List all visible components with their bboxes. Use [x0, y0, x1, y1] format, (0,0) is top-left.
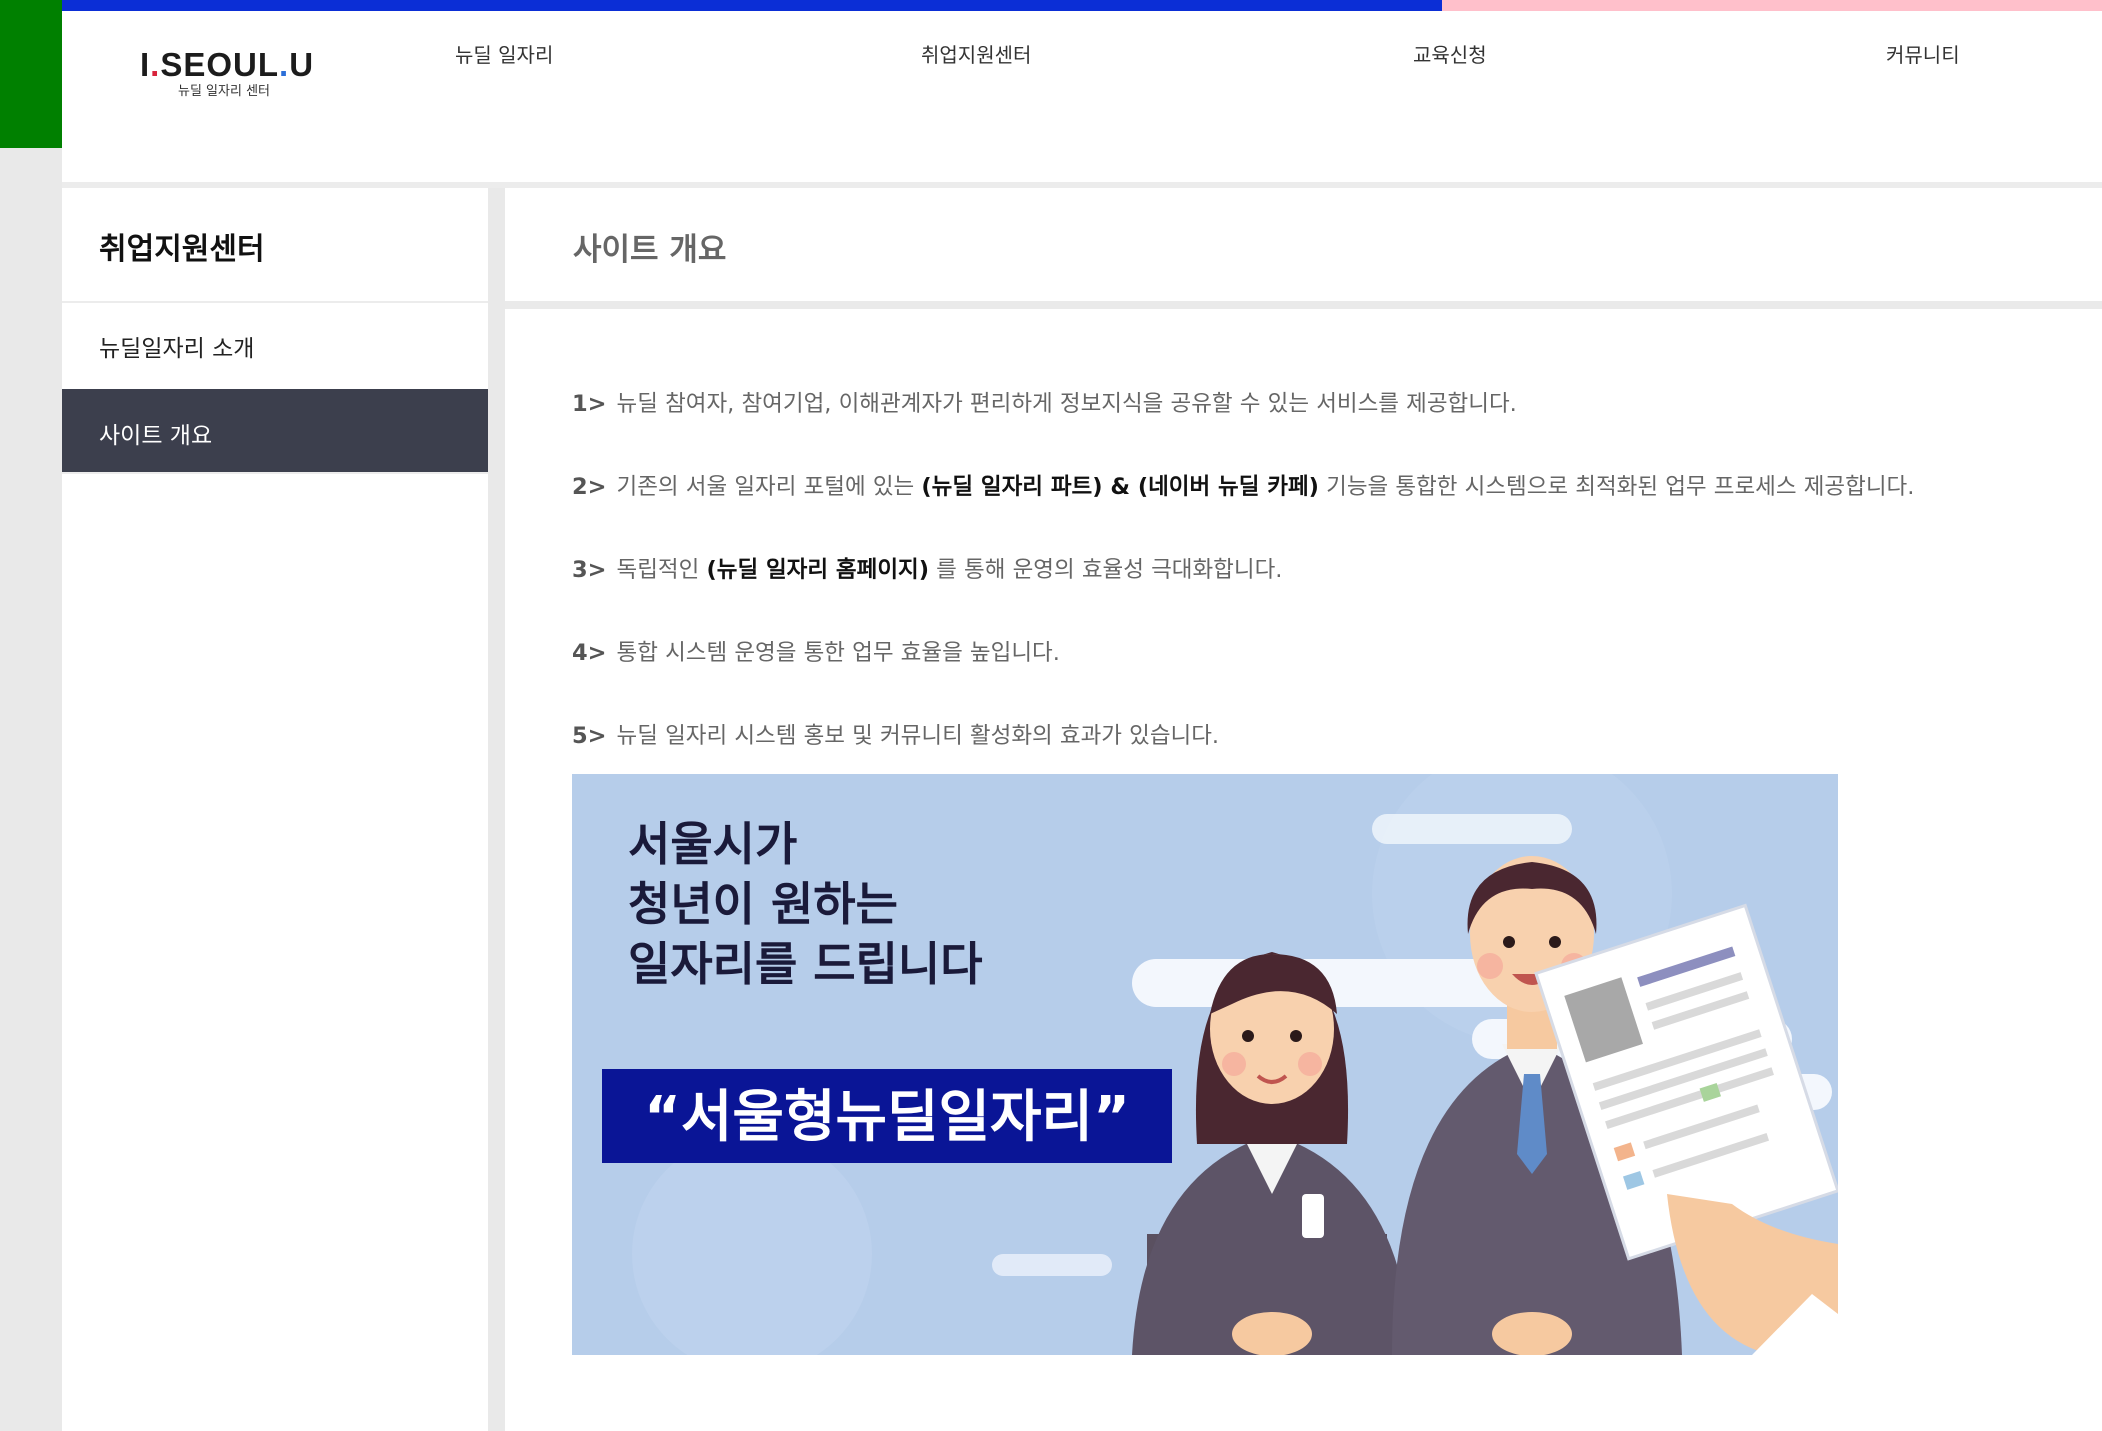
- logo-wordmark: I.SEOUL.U: [140, 46, 315, 83]
- top-pink-bar: [1442, 0, 2102, 11]
- page-title: 사이트 개요: [573, 232, 727, 268]
- point-highlight: (네이버 뉴딜 카페): [1137, 474, 1319, 500]
- point-highlight: (뉴딜 일자리 파트): [921, 474, 1103, 500]
- point-ampersand: &: [1102, 474, 1138, 500]
- sidebar-item-label: 뉴딜일자리 소개: [99, 336, 255, 362]
- overview-point-2: 2> 기존의 서울 일자리 포털에 있는 (뉴딜 일자리 파트) & (네이버 뉴…: [572, 469, 1914, 501]
- overview-point-3: 3> 독립적인 (뉴딜 일자리 홈페이지) 를 통해 운영의 효율성 극대화합니다…: [572, 552, 1282, 584]
- point-text: 통합 시스템 운영을 통한 업무 효율을 높입니다.: [616, 640, 1060, 666]
- sidebar-item-site-overview[interactable]: 사이트 개요: [62, 389, 488, 472]
- point-highlight: (뉴딜 일자리 홈페이지): [706, 557, 930, 583]
- point-text: 뉴딜 일자리 시스템 홍보 및 커뮤니티 활성화의 효과가 있습니다.: [616, 723, 1220, 749]
- banner-badge-text: “서울형뉴딜일자리”: [644, 1085, 1130, 1150]
- logo-subtitle: 뉴딜 일자리 센터: [178, 84, 270, 99]
- nav-community[interactable]: 커뮤니티: [1886, 39, 1960, 68]
- title-divider: [505, 301, 2102, 309]
- point-number: 4>: [572, 640, 607, 666]
- nav-education-apply[interactable]: 교육신청: [1413, 39, 1487, 68]
- point-number: 3>: [572, 557, 607, 583]
- nav-newdeal-jobs[interactable]: 뉴딜 일자리: [455, 39, 553, 68]
- top-blue-bar: [62, 0, 1442, 11]
- point-text: 기능을 통합한 시스템으로 최적화된 업무 프로세스 제공합니다.: [1318, 474, 1915, 500]
- point-text: 를 통해 운영의 효율성 극대화합니다.: [929, 557, 1283, 583]
- overview-point-1: 1> 뉴딜 참여자, 참여기업, 이해관계자가 편리하게 정보지식을 공유할 수 …: [572, 386, 1517, 418]
- sidebar-item-newdeal-intro[interactable]: 뉴딜일자리 소개: [62, 303, 488, 385]
- sidebar-title: 취업지원센터: [99, 232, 265, 267]
- site-header: I.SEOUL.U 뉴딜 일자리 센터 뉴딜 일자리 취업지원센터 교육신청 커…: [62, 11, 2102, 182]
- point-number: 1>: [572, 391, 607, 417]
- sidebar-item-label: 사이트 개요: [99, 423, 213, 449]
- left-green-strip: [0, 0, 62, 148]
- sidebar-divider: [62, 472, 488, 474]
- sidebar-gutter: [488, 188, 505, 1431]
- banner-line-3: 일자리를 드립니다: [628, 937, 983, 991]
- point-text: 독립적인: [616, 557, 707, 583]
- point-number: 2>: [572, 474, 607, 500]
- banner-line-1: 서울시가: [628, 817, 797, 871]
- banner-line-2: 청년이 원하는: [628, 877, 898, 931]
- overview-point-4: 4> 통합 시스템 운영을 통한 업무 효율을 높입니다.: [572, 635, 1060, 667]
- nav-job-support-center[interactable]: 취업지원센터: [921, 39, 1031, 68]
- overview-point-5: 5> 뉴딜 일자리 시스템 홍보 및 커뮤니티 활성화의 효과가 있습니다.: [572, 718, 1219, 750]
- main-content: 사이트 개요 1> 뉴딜 참여자, 참여기업, 이해관계자가 편리하게 정보지식을…: [505, 188, 2102, 1431]
- site-logo[interactable]: I.SEOUL.U 뉴딜 일자리 센터: [140, 46, 340, 106]
- point-number: 5>: [572, 723, 607, 749]
- point-text: 뉴딜 참여자, 참여기업, 이해관계자가 편리하게 정보지식을 공유할 수 있는…: [616, 391, 1517, 417]
- sidebar: 취업지원센터 뉴딜일자리 소개 사이트 개요: [62, 188, 488, 1431]
- point-text: 기존의 서울 일자리 포털에 있는: [616, 474, 922, 500]
- promo-banner-image: 서울시가 청년이 원하는 일자리를 드립니다 “서울형뉴딜일자리”: [572, 774, 1838, 1355]
